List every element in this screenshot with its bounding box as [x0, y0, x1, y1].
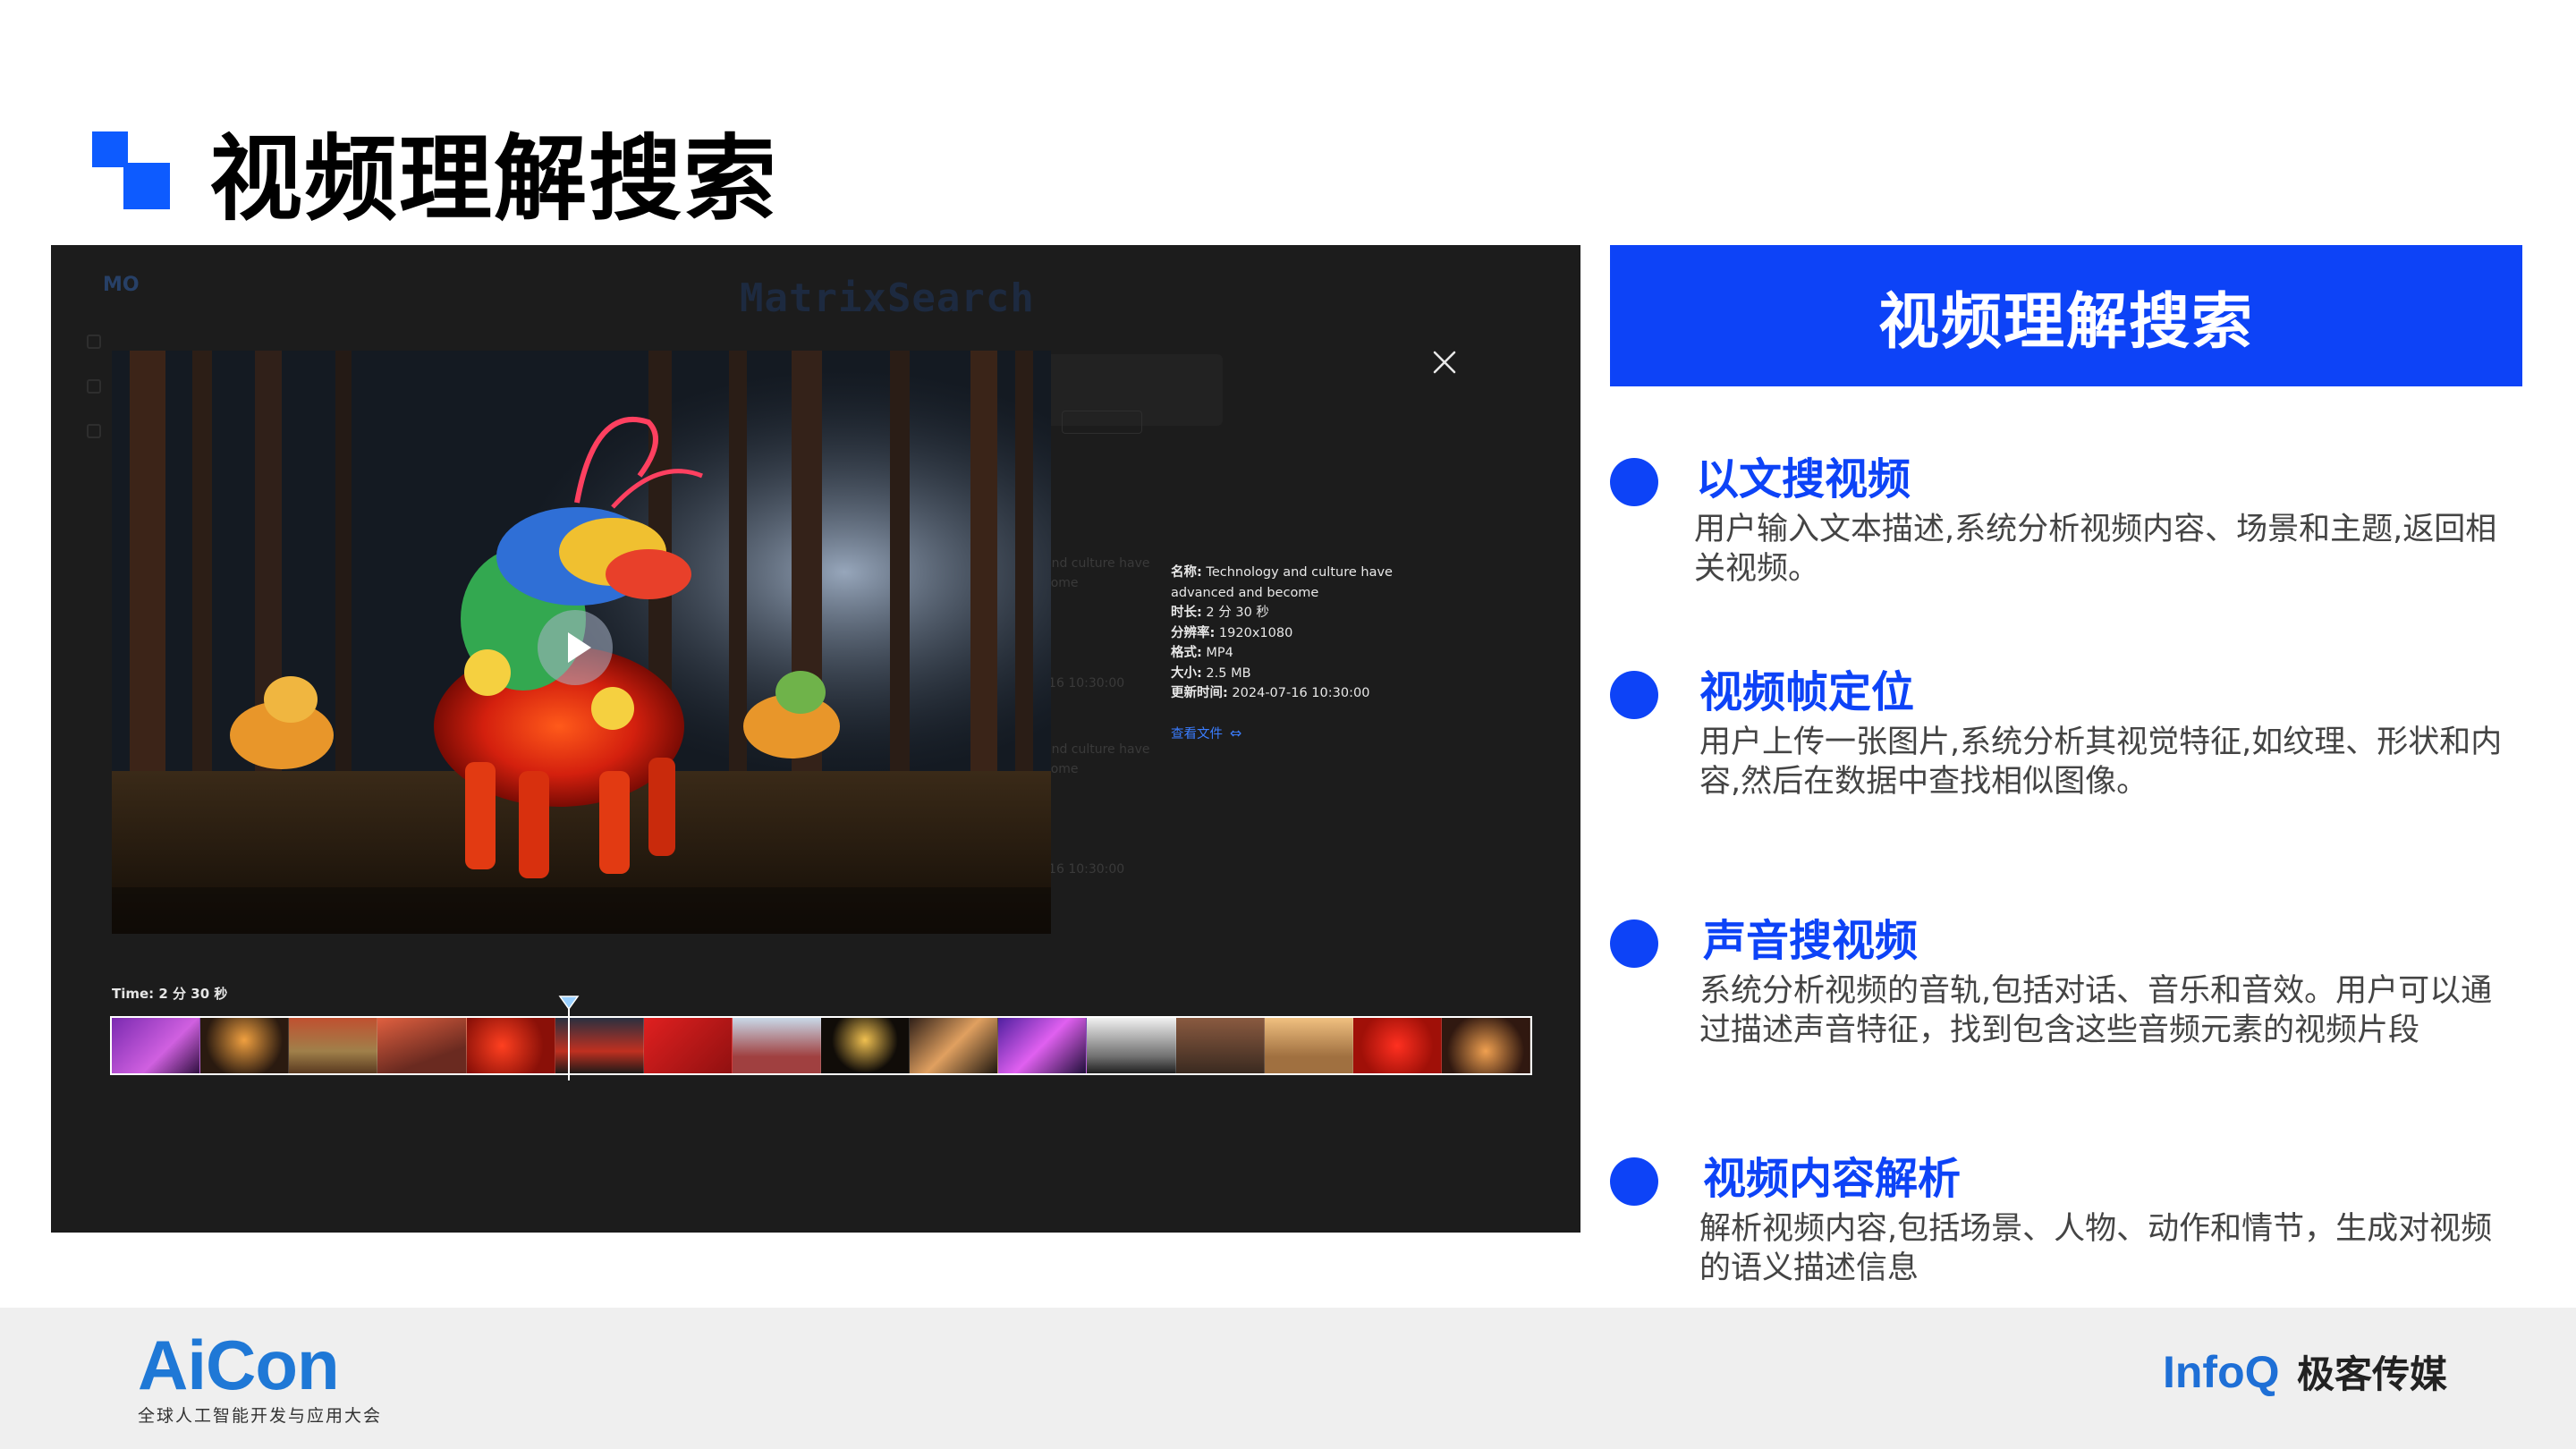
bg-row-text: -16 10:30:00 — [1044, 676, 1125, 691]
frame-thumbnail[interactable] — [466, 1018, 555, 1073]
bullet-dot-icon — [1610, 671, 1658, 719]
frame-thumbnail[interactable] — [200, 1018, 290, 1073]
bg-nav-icon — [87, 424, 101, 438]
feature-desc: 用户输入文本描述,系统分析视频内容、场景和主题,返回相关视频。 — [1694, 512, 2497, 587]
info-updated: 更新时间: 2024-07-16 10:30:00 — [1171, 686, 1370, 700]
bullet-dot-icon — [1610, 919, 1658, 968]
geek-media-logo: 极客传媒 — [2297, 1352, 2448, 1396]
link-icon: ⇔ — [1230, 724, 1242, 741]
info-duration: 时长: 2 分 30 秒 — [1171, 606, 1269, 620]
frame-thumbnail[interactable] — [1352, 1018, 1442, 1073]
infoq-logo: InfoQ — [2163, 1347, 2280, 1397]
aicon-logo: AiCon — [138, 1326, 340, 1404]
bg-row-text: and culture have — [1044, 556, 1150, 571]
open-file-link[interactable]: 查看文件 ⇔ — [1171, 724, 1241, 742]
frame-thumbnail[interactable] — [289, 1018, 378, 1073]
app-logo: MO — [103, 274, 140, 296]
feature-title: 视频内容解析 — [1703, 1154, 1962, 1204]
frame-thumbnail[interactable] — [1441, 1018, 1530, 1073]
bg-nav-icon — [87, 335, 101, 349]
bg-row-text: and culture have — [1044, 742, 1150, 757]
frame-thumbnail[interactable] — [732, 1018, 821, 1073]
playhead-marker-icon[interactable] — [557, 995, 580, 1080]
frame-thumbnail[interactable] — [1175, 1018, 1265, 1073]
frame-thumbnail[interactable] — [377, 1018, 467, 1073]
frame-thumbnail[interactable] — [1087, 1018, 1176, 1073]
frame-thumbnail[interactable] — [910, 1018, 999, 1073]
info-resolution: 分辨率: 1920x1080 — [1171, 625, 1293, 640]
bullet-dot-icon — [1610, 1157, 1658, 1206]
feature-desc: 系统分析视频的音轨,包括对话、音乐和音效。用户可以通过描述声音特征，找到包含这些… — [1699, 973, 2493, 1048]
app-brand: MatrixSearch — [740, 275, 1035, 321]
video-modal-screenshot: MO MatrixSearch and culture have come -1… — [51, 245, 1580, 1233]
feature-title: 声音搜视频 — [1703, 916, 1919, 966]
feature-desc: 用户上传一张图片,系统分析其视觉特征,如纹理、形状和内容,然后在数据中查找相似图… — [1699, 724, 2503, 800]
section-banner: 视频理解搜索 — [1610, 245, 2522, 386]
info-name: 名称: Technology and culture have advanced… — [1171, 565, 1393, 600]
bg-nav-icon — [87, 379, 101, 394]
frame-thumbnail[interactable] — [1264, 1018, 1353, 1073]
file-info-panel: 名称: Technology and culture have advanced… — [1171, 563, 1439, 704]
bg-row-text: -16 10:30:00 — [1044, 862, 1125, 877]
info-size: 大小: 2.5 MB — [1171, 665, 1251, 681]
slide-title: 视频理解搜索 — [209, 124, 779, 233]
close-icon[interactable] — [1431, 349, 1458, 376]
time-label: Time: 2 分 30 秒 — [112, 986, 228, 1002]
frame-thumbnail[interactable] — [112, 1018, 201, 1073]
frame-thumbnail[interactable] — [998, 1018, 1088, 1073]
feature-title: 视频帧定位 — [1699, 667, 1915, 717]
title-mark-icon — [92, 131, 173, 210]
info-format: 格式: MP4 — [1171, 646, 1233, 660]
bg-select — [1062, 411, 1142, 434]
feature-title: 以文搜视频 — [1696, 454, 1911, 504]
footer: AiCon 全球人工智能开发与应用大会 InfoQ 极客传媒 — [0, 1308, 2576, 1449]
play-icon[interactable] — [538, 610, 613, 685]
frame-thumbnail[interactable] — [821, 1018, 911, 1073]
frame-thumbnail[interactable] — [643, 1018, 733, 1073]
timeline-filmstrip[interactable] — [110, 1016, 1532, 1075]
aicon-subtitle: 全球人工智能开发与应用大会 — [138, 1406, 383, 1426]
bullet-dot-icon — [1610, 458, 1658, 506]
video-player[interactable] — [112, 351, 1051, 934]
feature-desc: 解析视频内容,包括场景、人物、动作和情节，生成对视频的语义描述信息 — [1699, 1211, 2493, 1286]
